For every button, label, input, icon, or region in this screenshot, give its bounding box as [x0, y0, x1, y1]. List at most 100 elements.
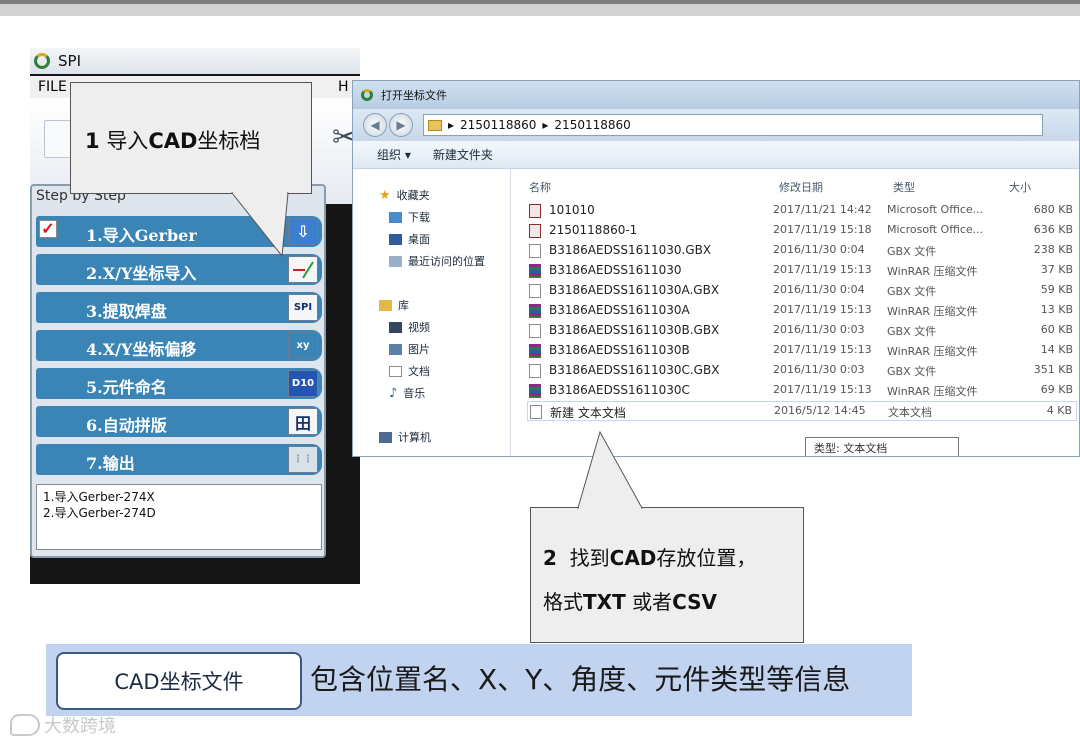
- sidebar-item-computer[interactable]: 计算机: [379, 429, 431, 445]
- file-row[interactable]: 2150118860-1 2017/11/19 15:18 Microsoft Of…: [527, 221, 1077, 241]
- sidebar-label: 下载: [408, 211, 430, 224]
- file-size: 13 KB: [1040, 303, 1073, 316]
- sidebar-item-music[interactable]: ♪ 音乐: [389, 385, 425, 401]
- step-label: 5.元件命名: [86, 378, 167, 397]
- open-file-dialog: 打开坐标文件 ◀ ▶ ▸ 2150118860 ▸ 2150118860 组织 …: [352, 80, 1080, 457]
- file-size: 60 KB: [1040, 323, 1073, 336]
- sidebar-label: 图片: [408, 343, 430, 356]
- step-label: 3.提取焊盘: [86, 302, 167, 321]
- step-7-output[interactable]: 7.输出 ⋮⋮: [36, 444, 322, 475]
- step-label: 2.X/Y坐标导入: [86, 264, 197, 283]
- xy-offset-icon[interactable]: xy: [288, 332, 318, 359]
- recent-places-icon: [389, 255, 402, 267]
- info-line: 1.导入Gerber-274X: [43, 490, 155, 504]
- file-type: GBX 文件: [887, 365, 937, 378]
- file-row[interactable]: B3186AEDSS1611030A.GBX 2016/11/30 0:04 GBX…: [527, 281, 1077, 301]
- file-row[interactable]: B3186AEDSS1611030A 2017/11/19 15:13 WinRAR…: [527, 301, 1077, 321]
- file-row[interactable]: B3186AEDSS1611030C.GBX 2016/11/30 0:03 GBX…: [527, 361, 1077, 381]
- output-icon[interactable]: ⋮⋮: [288, 446, 318, 473]
- watermark-text: 大数跨境: [44, 716, 116, 737]
- naming-icon[interactable]: D10: [288, 370, 318, 397]
- breadcrumb-separator: ▸: [448, 118, 455, 132]
- column-header-date[interactable]: 修改日期: [779, 179, 823, 195]
- callout-number: 2: [543, 546, 557, 570]
- column-header-type[interactable]: 类型: [893, 179, 915, 195]
- breadcrumb-item[interactable]: 2150118860: [460, 118, 536, 132]
- back-icon[interactable]: ◀: [363, 113, 387, 137]
- file-date: 2016/11/30 0:03: [773, 323, 865, 336]
- xy-import-icon[interactable]: [288, 256, 318, 283]
- sidebar-item-videos[interactable]: 视频: [389, 319, 430, 335]
- file-type: GBX 文件: [887, 325, 937, 338]
- file-name: B3186AEDSS1611030A.GBX: [549, 283, 720, 297]
- arrow-down-icon[interactable]: ⇩: [288, 218, 318, 245]
- step-2-xy-import[interactable]: 2.X/Y坐标导入: [36, 254, 322, 285]
- breadcrumb-item[interactable]: 2150118860: [554, 118, 630, 132]
- file-type: GBX 文件: [887, 285, 937, 298]
- command-bar: 组织 ▾ 新建文件夹: [353, 141, 1079, 169]
- step-3-extract-pads[interactable]: 3.提取焊盘 SPI: [36, 292, 322, 323]
- spi-icon[interactable]: SPI: [288, 294, 318, 321]
- sidebar-item-recent[interactable]: 最近访问的位置: [389, 253, 485, 269]
- download-folder-icon: [389, 211, 402, 223]
- callout-text: 1 导入CAD坐标档: [85, 125, 260, 155]
- file-icon: [530, 405, 542, 419]
- music-icon: ♪: [389, 385, 398, 401]
- file-row[interactable]: 101010 2017/11/21 14:42 Microsoft Office..…: [527, 201, 1077, 221]
- organize-button[interactable]: 组织 ▾: [377, 146, 411, 163]
- step-list: ✓ 1.导入Gerber ⇩ 2.X/Y坐标导入 3.提取焊盘 SPI 4.X/…: [36, 216, 322, 482]
- file-row[interactable]: B3186AEDSS1611030C 2017/11/19 15:13 WinRAR…: [527, 381, 1077, 401]
- file-row[interactable]: B3186AEDSS1611030B 2017/11/19 15:13 WinRAR…: [527, 341, 1077, 361]
- sidebar-item-libraries[interactable]: 库: [379, 297, 409, 313]
- file-name: B3186AEDSS1611030: [549, 263, 682, 277]
- new-folder-button[interactable]: 新建文件夹: [433, 146, 493, 163]
- step-5-component-naming[interactable]: 5.元件命名 D10: [36, 368, 322, 399]
- callout-text-part: 格式: [543, 590, 583, 614]
- file-type: WinRAR 压缩文件: [887, 305, 978, 318]
- callout-text-bold: CAD: [148, 129, 198, 153]
- sidebar-label: 桌面: [408, 233, 430, 246]
- file-icon: [529, 284, 541, 298]
- menu-help[interactable]: H: [338, 79, 349, 95]
- file-row[interactable]: 新建 文本文档 2016/5/12 14:45 文本文档 4 KB: [527, 401, 1077, 421]
- sidebar-item-documents[interactable]: 文档: [389, 363, 430, 379]
- spi-logo-icon: [34, 53, 50, 69]
- column-header-name[interactable]: 名称: [529, 179, 551, 195]
- sidebar-item-favorites[interactable]: ★ 收藏夹: [379, 187, 430, 203]
- callout-text-part: 存放位置，: [656, 546, 757, 570]
- file-size: 4 KB: [1046, 404, 1072, 417]
- sidebar-label: 最近访问的位置: [408, 255, 485, 268]
- watermark: 大数跨境: [10, 712, 116, 738]
- file-row[interactable]: B3186AEDSS1611030B.GBX 2016/11/30 0:03 GBX…: [527, 321, 1077, 341]
- checked-icon[interactable]: ✓: [39, 220, 57, 238]
- file-date: 2017/11/19 15:13: [773, 303, 872, 316]
- file-size: 14 KB: [1040, 343, 1073, 356]
- library-icon: [379, 299, 392, 311]
- sidebar-item-downloads[interactable]: 下载: [389, 209, 430, 225]
- file-row[interactable]: B3186AEDSS1611030 2017/11/19 15:13 WinRAR …: [527, 261, 1077, 281]
- sidebar-label: 音乐: [403, 387, 426, 400]
- forward-icon[interactable]: ▶: [389, 113, 413, 137]
- step-label: 6.自动拼版: [86, 416, 167, 435]
- winrar-archive-icon: [529, 384, 541, 398]
- menu-file[interactable]: FILE: [38, 79, 67, 95]
- file-name: B3186AEDSS1611030C: [549, 383, 690, 397]
- file-date: 2017/11/21 14:42: [773, 203, 872, 216]
- file-size: 37 KB: [1040, 263, 1073, 276]
- step-1-import-gerber[interactable]: ✓ 1.导入Gerber ⇩: [36, 216, 322, 247]
- grid-icon[interactable]: 田: [288, 408, 318, 435]
- sidebar-item-pictures[interactable]: 图片: [389, 341, 430, 357]
- address-bar[interactable]: ▸ 2150118860 ▸ 2150118860: [423, 114, 1043, 136]
- step-6-auto-panelize[interactable]: 6.自动拼版 田: [36, 406, 322, 437]
- sidebar-item-desktop[interactable]: 桌面: [389, 231, 430, 247]
- step-4-xy-offset[interactable]: 4.X/Y坐标偏移 xy: [36, 330, 322, 361]
- folder-icon: [428, 119, 442, 131]
- file-name: 新建 文本文档: [550, 406, 626, 420]
- callout-line-2: 格式TXT 或者CSV: [543, 586, 717, 615]
- column-header-size[interactable]: 大小: [1009, 179, 1031, 195]
- file-name: B3186AEDSS1611030.GBX: [549, 243, 712, 257]
- winrar-archive-icon: [529, 304, 541, 318]
- file-size: 351 KB: [1033, 363, 1073, 376]
- sidebar-label: 视频: [408, 321, 430, 334]
- file-row[interactable]: B3186AEDSS1611030.GBX 2016/11/30 0:04 GBX …: [527, 241, 1077, 261]
